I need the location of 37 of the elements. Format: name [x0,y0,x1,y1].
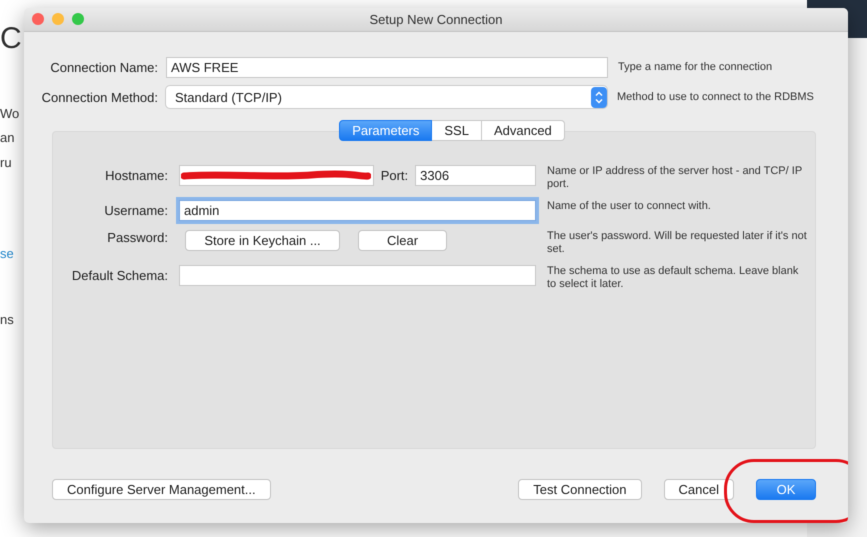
dialog-button[interactable]: Test Connection [518,479,642,500]
dialog-button[interactable]: Configure Server Management... [52,479,271,500]
minimize-button[interactable] [52,13,64,25]
field-label: Connection Method: [40,90,159,104]
background-text: C [0,22,22,56]
field-label: Password: [106,230,168,245]
close-button[interactable] [32,13,44,25]
password-button[interactable]: Clear [358,230,447,251]
background-text[interactable]: se [0,246,14,261]
hint-text: Method to use to connect to the RDBMS [616,91,814,103]
hint-text: The user's password. Will be requested later if it's not set. [547,230,807,256]
field-label: Default Schema: [70,267,168,283]
field-label: Hostname: [104,167,168,183]
background-text: Wo [0,106,20,121]
input-field[interactable] [179,265,536,286]
stepper-icon [591,86,607,108]
hint-text: Name of the user to connect with. [547,200,712,213]
field-label: Port: [380,168,410,183]
field-label: Username: [103,202,168,218]
window-title: Setup New Connection [370,12,502,27]
tab[interactable]: SSL [432,120,482,141]
dialog-button[interactable]: Cancel [664,479,734,500]
password-button[interactable]: Store in Keychain ... [185,230,340,251]
background-text: ru [0,155,12,170]
background-text: ns [0,312,14,327]
hostname-field[interactable] [179,165,374,186]
port-field[interactable]: 3306 [415,165,536,186]
hint-text: The schema to use as default schema. Leave blank to select it later. [547,265,800,291]
field-label: Connection Name: [49,60,159,74]
connection-name-field[interactable]: AWS FREE [166,56,608,78]
background-text: an [0,130,14,145]
input-field[interactable]: admin [179,200,536,221]
hint-text: Name or IP address of the server host - and TCP/ IP port. [547,165,803,191]
hint-text: Type a name for the connection [617,61,772,73]
tab[interactable]: Advanced [482,120,565,141]
zoom-button[interactable] [72,13,84,25]
connection-method-dropdown[interactable]: Standard (TCP/IP) [166,86,607,108]
